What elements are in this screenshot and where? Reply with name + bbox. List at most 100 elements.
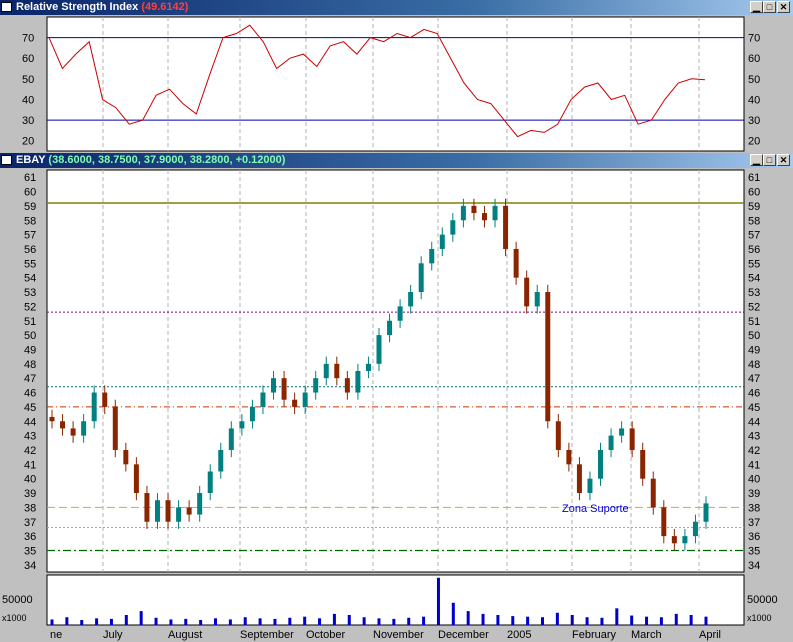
candle-body <box>619 428 625 436</box>
price-tick-label-right: 46 <box>748 388 760 400</box>
volume-bar <box>481 613 485 625</box>
candle-body <box>671 536 677 544</box>
rsi-tick-label-left: 30 <box>22 115 34 127</box>
price-tick-label-left: 56 <box>24 244 36 256</box>
candle-body <box>650 478 656 508</box>
rsi-tick-label-left: 60 <box>22 53 34 65</box>
price-tick-label-left: 39 <box>24 488 36 500</box>
volume-bar <box>570 615 574 625</box>
rsi-tick-label-left: 20 <box>22 136 34 148</box>
volume-bar <box>273 618 277 625</box>
candle-body <box>608 435 614 450</box>
candle-body <box>207 471 213 494</box>
candle-body <box>144 493 150 522</box>
price-tick-label-left: 47 <box>24 373 36 385</box>
rsi-tick-label-right: 60 <box>748 53 760 65</box>
price-tick-label-left: 60 <box>24 187 36 199</box>
candle-body <box>271 378 277 393</box>
price-tick-label-right: 47 <box>748 373 760 385</box>
candle-body <box>302 392 308 407</box>
volume-bar <box>496 615 500 625</box>
price-tick-label-right: 42 <box>748 445 760 457</box>
volume-bar <box>377 618 381 625</box>
price-tick-label-left: 58 <box>24 215 36 227</box>
candle-body <box>429 248 435 264</box>
price-tick-label-left: 34 <box>24 560 36 572</box>
price-tick-label-left: 37 <box>24 517 36 529</box>
candle-body <box>376 335 382 364</box>
price-tick-label-left: 43 <box>24 431 36 443</box>
volume-bar <box>214 618 217 625</box>
rsi-tick-label-right: 70 <box>748 33 760 45</box>
candle-body <box>576 464 582 494</box>
volume-bar <box>184 618 188 625</box>
candle-body <box>640 449 646 479</box>
price-tick-label-left: 44 <box>24 416 36 428</box>
x-axis-labels: ne July August September October November Dece… <box>50 629 721 641</box>
price-tick-label-left: 55 <box>24 258 36 270</box>
price-tick-label-left: 49 <box>24 344 36 356</box>
price-tick-label-right: 40 <box>748 474 760 486</box>
volume-bar <box>50 619 54 625</box>
price-tick-label-right: 36 <box>748 531 760 543</box>
volume-bar <box>674 613 678 625</box>
candle-body <box>186 507 192 515</box>
candle-body <box>239 421 245 429</box>
candle-body <box>176 507 182 522</box>
candle-body <box>439 234 445 249</box>
candle-body <box>481 213 487 221</box>
candle-body <box>218 449 224 472</box>
rsi-tick-label-right: 30 <box>748 115 760 127</box>
price-tick-label-right: 39 <box>748 488 760 500</box>
volume-bar <box>65 617 69 625</box>
volume-bar <box>303 616 307 625</box>
candle-body <box>513 248 519 278</box>
price-tick-label-left: 57 <box>24 230 36 242</box>
candle-body <box>91 392 97 422</box>
candle-body <box>323 363 329 379</box>
price-tick-label-left: 52 <box>24 301 36 313</box>
candle-body <box>598 449 604 479</box>
volume-bar <box>704 616 708 625</box>
price-tick-label-right: 51 <box>748 316 760 328</box>
candle-body <box>387 320 393 336</box>
price-tick-label-right: 52 <box>748 301 760 313</box>
price-tick-label-left: 41 <box>24 459 36 471</box>
price-tick-label-right: 59 <box>748 201 760 213</box>
volume-multiplier-right: x1000 <box>747 613 772 623</box>
volume-bar <box>689 615 693 625</box>
candle-body <box>165 500 171 522</box>
candle-body <box>534 292 540 307</box>
volume-bar <box>585 617 589 625</box>
candle-body <box>629 428 635 450</box>
price-tick-label-right: 58 <box>748 215 760 227</box>
candle-body <box>397 306 403 321</box>
volume-bar <box>645 616 649 625</box>
volume-bar <box>555 612 559 625</box>
price-tick-label-left: 61 <box>24 172 36 184</box>
volume-tick-right: 50000 <box>747 594 778 606</box>
candle-body <box>81 421 87 436</box>
candle-body <box>344 378 350 393</box>
price-tick-label-left: 38 <box>24 502 36 514</box>
candle-body <box>133 464 139 494</box>
month-label: ne <box>50 629 62 641</box>
volume-bar <box>243 617 247 625</box>
volume-bar <box>392 618 396 625</box>
candle-body <box>70 428 76 436</box>
volume-bar <box>436 577 440 625</box>
candle-body <box>49 416 55 422</box>
rsi-plot-area <box>46 16 745 152</box>
price-tick-label-left: 51 <box>24 316 36 328</box>
volume-bar <box>407 617 411 625</box>
rsi-tick-label-right: 50 <box>748 74 760 86</box>
candle-body <box>313 378 319 393</box>
volume-bar <box>600 617 604 625</box>
price-plot-area <box>46 169 745 573</box>
price-tick-label-left: 48 <box>24 359 36 371</box>
candle-body <box>460 205 466 221</box>
price-tick-label-left: 42 <box>24 445 36 457</box>
volume-bar <box>154 617 158 625</box>
price-tick-label-right: 55 <box>748 258 760 270</box>
price-tick-label-left: 46 <box>24 388 36 400</box>
